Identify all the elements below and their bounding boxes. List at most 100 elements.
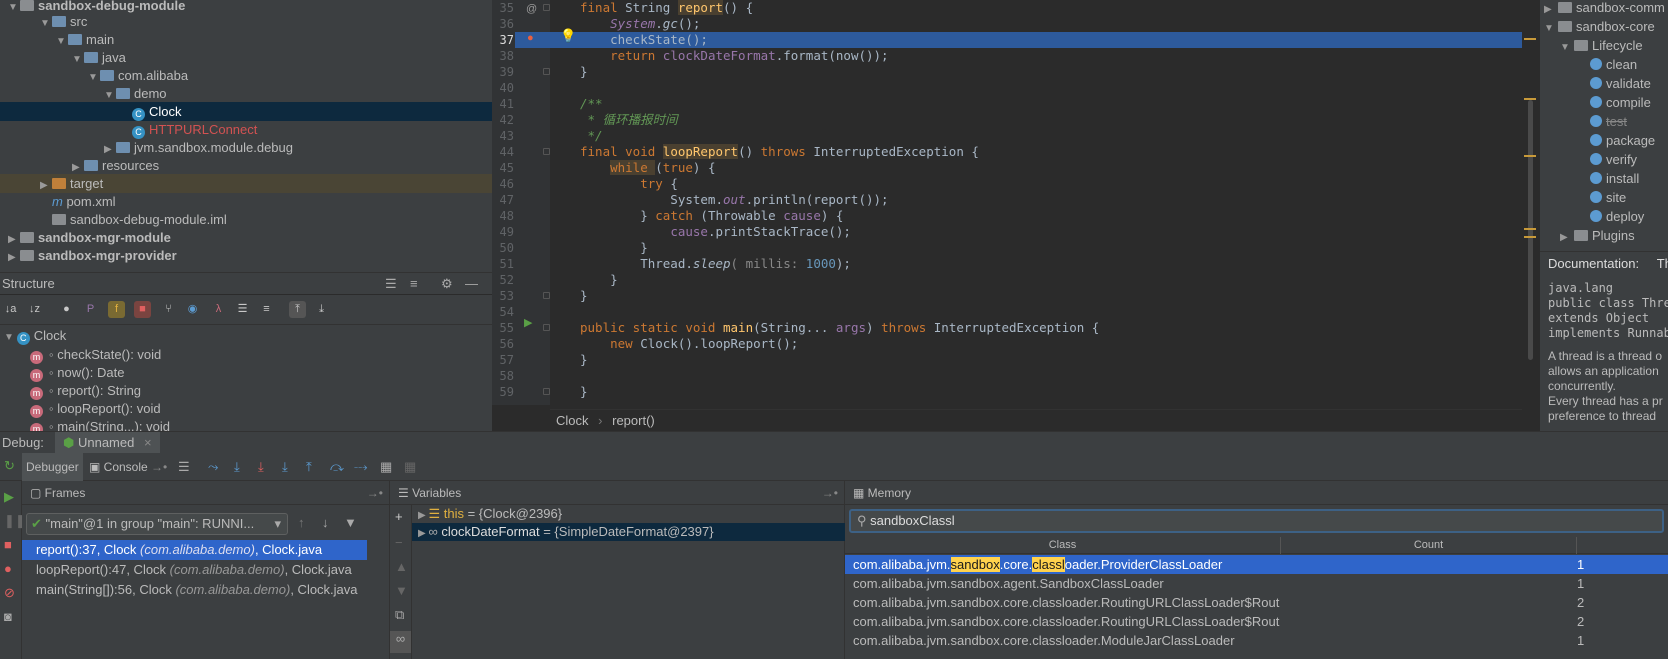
- arrow-up-icon[interactable]: ↑: [298, 515, 305, 530]
- menu-icon[interactable]: ☰: [178, 459, 190, 475]
- memory-row[interactable]: com.alibaba.jvm.sandbox.core.classloader…: [845, 612, 1668, 631]
- memory-row[interactable]: com.alibaba.jvm.sandbox.core.classloader…: [845, 631, 1668, 650]
- memory-row[interactable]: com.alibaba.jvm.sandbox.core.classloader…: [845, 593, 1668, 612]
- breadcrumb-class[interactable]: Clock: [556, 413, 589, 428]
- view-breakpoints-icon[interactable]: ●: [4, 561, 12, 576]
- structure-root[interactable]: ▼ C Clock: [4, 326, 66, 346]
- tab-debugger[interactable]: Debugger: [22, 453, 83, 481]
- maven-item[interactable]: install: [1576, 169, 1639, 188]
- chevron-right-icon[interactable]: ▶: [418, 510, 428, 521]
- maven-item[interactable]: test: [1576, 112, 1627, 131]
- memory-row[interactable]: com.alibaba.jvm.sandbox.agent.SandboxCla…: [845, 574, 1668, 593]
- run-main-icon[interactable]: ▶: [524, 316, 532, 329]
- maven-item[interactable]: ▼ sandbox-core: [1544, 17, 1655, 36]
- step-into-icon[interactable]: ⤓: [258, 459, 264, 475]
- evaluate-icon[interactable]: ▦: [380, 459, 392, 475]
- variable-row[interactable]: ▶ ∞ clockDateFormat = {SimpleDateFormat@…: [412, 523, 845, 541]
- project-tree-item[interactable]: ▶ sandbox-mgr-module: [0, 228, 492, 247]
- collapse-all-icon[interactable]: ≡: [410, 273, 418, 295]
- code-line[interactable]: }: [580, 64, 588, 80]
- show-nonpublic-icon[interactable]: ■: [134, 301, 151, 318]
- maven-item[interactable]: deploy: [1576, 207, 1644, 226]
- breakpoint-icon[interactable]: ●: [527, 32, 534, 44]
- tab-console[interactable]: ▣ Console →•: [89, 453, 167, 481]
- code-line[interactable]: public static void main(String... args) …: [580, 320, 1099, 336]
- fold-marker-icon[interactable]: [543, 324, 550, 331]
- fold-marker-icon[interactable]: [543, 148, 550, 155]
- frame-row[interactable]: main(String[]):56, Clock (com.alibaba.de…: [22, 580, 367, 600]
- close-icon[interactable]: ×: [144, 435, 152, 450]
- memory-search-input[interactable]: ⚲ sandboxClassl: [849, 509, 1664, 533]
- count-column-header[interactable]: Count: [1281, 537, 1577, 554]
- structure-item[interactable]: m ◦ loopReport(): void: [30, 399, 161, 419]
- show-protected-icon[interactable]: P: [82, 301, 99, 318]
- maven-item[interactable]: ▶ Plugins: [1560, 226, 1635, 245]
- code-line[interactable]: }: [580, 272, 618, 288]
- project-tree-item[interactable]: ▼ com.alibaba: [0, 66, 492, 85]
- project-tree-item[interactable]: ▶ jvm.sandbox.module.debug: [0, 138, 492, 157]
- frame-row[interactable]: report():37, Clock (com.alibaba.demo), C…: [22, 540, 367, 560]
- project-tree-item[interactable]: m pom.xml: [0, 192, 492, 211]
- scroll-thumb[interactable]: [1528, 100, 1533, 360]
- chevron-down-icon[interactable]: ▼: [1560, 38, 1574, 57]
- trace-icon[interactable]: ▦: [404, 459, 416, 475]
- code-line[interactable]: System.gc();: [580, 16, 700, 32]
- documentation-tab-2[interactable]: Th: [1657, 256, 1668, 271]
- project-tree-item[interactable]: ▼ java: [0, 48, 492, 67]
- maven-item[interactable]: package: [1576, 131, 1655, 150]
- expand-icon[interactable]: ☰: [234, 301, 251, 318]
- mute-breakpoints-icon[interactable]: ⊘: [4, 585, 15, 601]
- code-line[interactable]: Thread.sleep( millis: 1000);: [580, 256, 851, 272]
- maven-item[interactable]: validate: [1576, 74, 1651, 93]
- frame-row[interactable]: loopReport():47, Clock (com.alibaba.demo…: [22, 560, 367, 580]
- code-line[interactable]: try {: [580, 176, 678, 192]
- project-tree-item[interactable]: ▶ sandbox-mgr-provider: [0, 246, 492, 265]
- stop-icon[interactable]: ■: [4, 537, 12, 552]
- hide-icon[interactable]: —: [465, 273, 478, 295]
- camera-icon[interactable]: ◙: [4, 609, 12, 624]
- chevron-right-icon[interactable]: ▶: [418, 528, 428, 539]
- thread-dropdown[interactable]: ✔ "main"@1 in group "main": RUNNI... ▾: [26, 513, 288, 535]
- fold-marker-icon[interactable]: [543, 292, 550, 299]
- project-tree-item[interactable]: ▼ demo: [0, 84, 492, 103]
- resume-icon[interactable]: ▶: [4, 489, 14, 505]
- chevron-right-icon[interactable]: ▶: [1560, 228, 1574, 247]
- code-line[interactable]: */: [580, 128, 603, 144]
- collapse-icon[interactable]: ≡: [258, 301, 275, 318]
- code-line[interactable]: }: [580, 240, 648, 256]
- step-over-icon[interactable]: ⤓: [234, 459, 240, 475]
- code-line[interactable]: System.out.println(report());: [580, 192, 888, 208]
- maven-item[interactable]: ▼ Lifecycle: [1560, 36, 1643, 55]
- maven-item[interactable]: site: [1576, 188, 1626, 207]
- fold-marker-icon[interactable]: [543, 4, 550, 11]
- show-properties-icon[interactable]: ●: [58, 301, 75, 318]
- code-line[interactable]: }: [580, 352, 588, 368]
- show-fields-icon[interactable]: f: [108, 301, 125, 318]
- fold-marker-icon[interactable]: [543, 388, 550, 395]
- project-tree-item[interactable]: C HTTPURLConnect: [0, 120, 492, 139]
- maven-item[interactable]: clean: [1576, 55, 1637, 74]
- move-up-icon[interactable]: ▲: [395, 559, 408, 574]
- step-out-icon[interactable]: ⤒: [306, 459, 312, 475]
- memory-row[interactable]: com.alibaba.jvm.sandbox.core.classloader…: [845, 555, 1668, 574]
- maven-item[interactable]: ▶ sandbox-comm: [1544, 0, 1665, 17]
- project-tree-item[interactable]: ▶ target: [0, 174, 492, 193]
- maven-item[interactable]: compile: [1576, 93, 1651, 112]
- variable-row[interactable]: ▶ ☰ this = {Clock@2396}: [412, 505, 845, 523]
- structure-item[interactable]: m ◦ main(String...): void: [30, 417, 170, 431]
- drop-frame-icon[interactable]: ⤼: [330, 459, 344, 475]
- structure-item[interactable]: m ◦ checkState(): void: [30, 345, 161, 365]
- project-tree-item[interactable]: ▼ src: [0, 12, 492, 31]
- documentation-tab[interactable]: Documentation:: [1548, 256, 1639, 271]
- structure-item[interactable]: m ◦ report(): String: [30, 381, 141, 401]
- code-line[interactable]: cause.printStackTrace();: [580, 224, 851, 240]
- breadcrumb-method[interactable]: report(): [612, 413, 655, 428]
- code-line[interactable]: }: [580, 288, 588, 304]
- gear-icon[interactable]: ⚙: [441, 273, 453, 295]
- code-line[interactable]: checkState();: [580, 32, 708, 48]
- show-lambdas-icon[interactable]: λ: [210, 301, 227, 318]
- project-tree-item[interactable]: C Clock: [0, 102, 492, 121]
- code-line[interactable]: while (true) {: [580, 160, 715, 176]
- editor-scrollbar[interactable]: [1522, 0, 1540, 405]
- show-anonymous-icon[interactable]: ◉: [184, 301, 201, 318]
